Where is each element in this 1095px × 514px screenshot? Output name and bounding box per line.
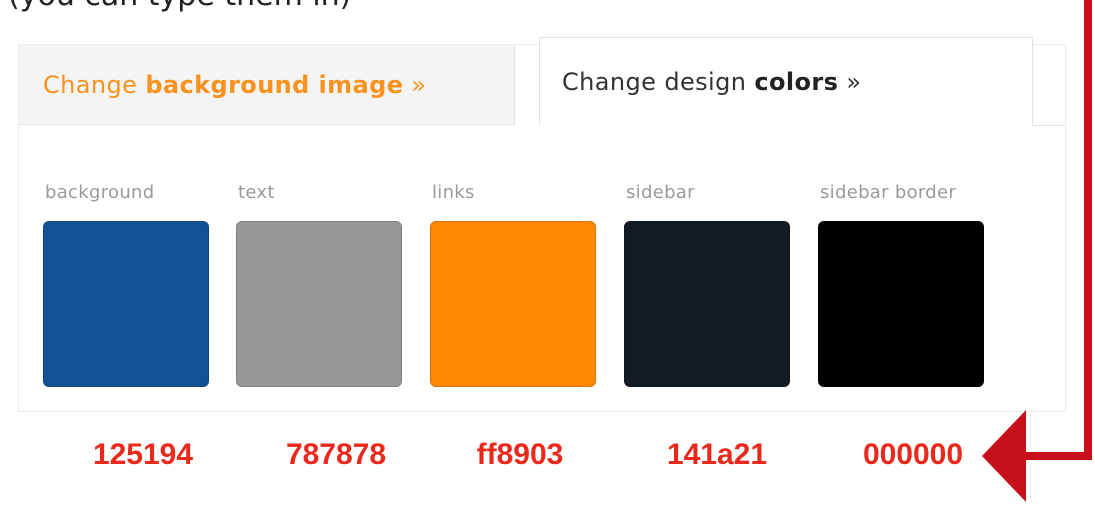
arrowhead: [982, 410, 1026, 502]
arrow-left-icon: [982, 0, 1092, 502]
arrow-shaft: [1024, 0, 1092, 460]
